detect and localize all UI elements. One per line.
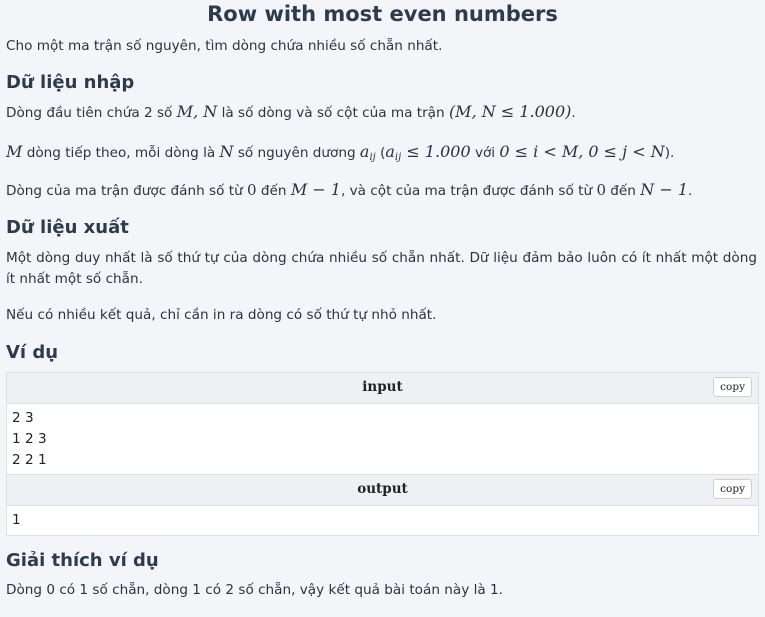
sample-output-content: 1 [12,512,21,528]
math-aij-2: aij ≤ 1.000 [385,142,471,163]
text: Dòng đầu tiên chứa 2 số [6,105,177,121]
math-m: M [6,142,23,161]
copy-input-button[interactable]: copy [713,377,752,397]
text: số nguyên dương [233,145,360,161]
text: ≤ 1.000 [406,142,471,161]
math-n-minus-1: N − 1 [640,180,688,199]
sample-output-label: output [357,481,408,497]
text: với [470,145,500,161]
output-para-1: Một dòng duy nhất là số thứ tự của dòng … [6,250,757,287]
text: dòng tiếp theo, mỗi dòng là [22,145,220,161]
text: ij [394,152,402,163]
math-m-minus-1: M − 1 [290,180,341,199]
copy-output-button[interactable]: copy [713,479,752,499]
sample-input-header: input copy [7,373,758,404]
example-heading: Ví dụ [6,342,59,363]
explanation-heading: Giải thích ví dụ [6,550,159,571]
text: a [385,142,395,161]
text: . [688,183,693,199]
intro-text: Cho một ma trận số nguyên, tìm dòng chứa… [6,38,443,54]
text: đến [256,183,291,199]
math-zero: 0 [247,181,257,199]
sample-input-label: input [362,379,403,395]
math-n: N [219,142,234,161]
sample-input-content: 2 3 1 2 3 2 2 1 [12,410,47,468]
text: đến [605,183,641,199]
math-m-n: M, N [176,102,218,121]
math-constraint: (M, N ≤ 1.000) [448,102,572,121]
input-heading: Dữ liệu nhập [6,72,135,93]
text: , và cột của ma trận được đánh số từ [340,183,597,199]
text: ( [375,145,386,161]
sample-output-box: output copy 1 [6,474,759,536]
text: Dòng của ma trận được đánh số từ [6,183,248,199]
text: ). [664,145,675,161]
sample-output-header: output copy [7,475,758,506]
problem-page: Row with most even numbers Cho một ma tr… [0,0,765,617]
math-aij: aij [359,142,376,163]
math-index-range: 0 ≤ i < M, 0 ≤ j < N [499,142,665,161]
math-zero: 0 [596,181,606,199]
output-para-2: Nếu có nhiều kết quả, chỉ cần in ra dòng… [6,307,437,323]
input-line-1: Dòng đầu tiên chứa 2 số M, N là số dòng … [6,101,757,124]
page-title: Row with most even numbers [207,2,558,26]
output-heading: Dữ liệu xuất [6,217,129,238]
explanation-text: Dòng 0 có 1 số chẵn, dòng 1 có 2 số chẵn… [6,582,503,598]
text: . [571,105,576,121]
text: a [359,142,370,161]
input-line-2: M dòng tiếp theo, mỗi dòng là N số nguyê… [6,141,757,168]
input-line-3: Dòng của ma trận được đánh số từ 0 đến M… [6,179,757,202]
text: là số dòng và số cột của ma trận [217,105,449,121]
sample-input-box: input copy 2 3 1 2 3 2 2 1 [6,372,759,476]
